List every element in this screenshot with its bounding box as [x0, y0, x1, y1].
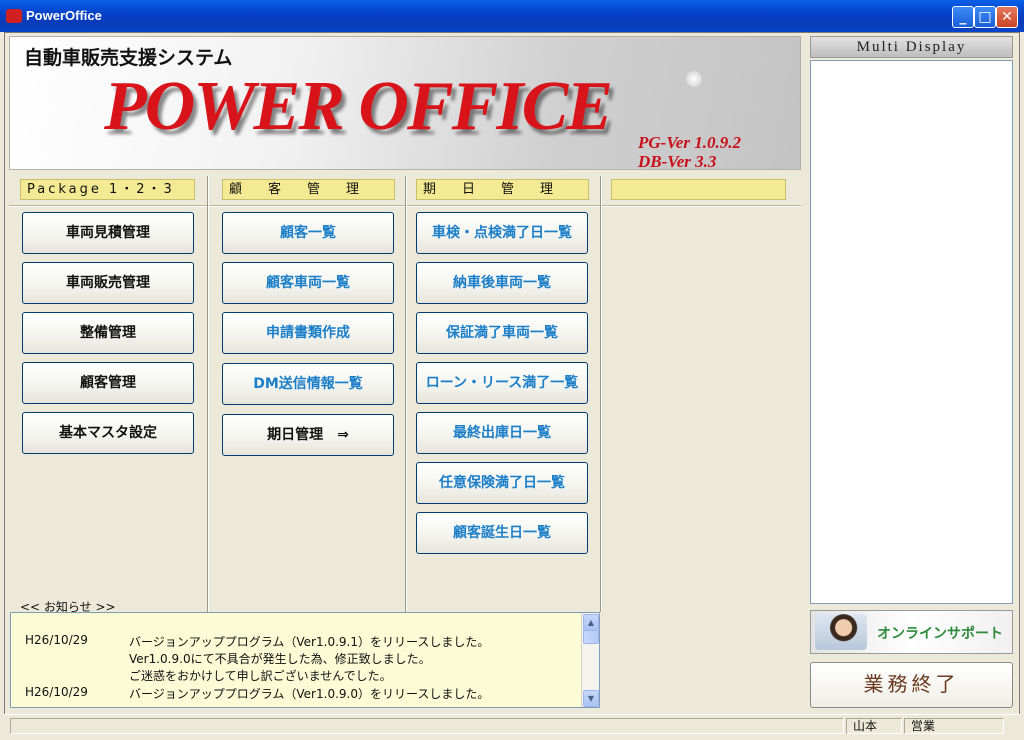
- customer-management-header: 顧 客 管 理: [222, 179, 395, 200]
- news-text: ご迷惑をおかけして申し訳ございませんでした。: [129, 669, 392, 683]
- news-list[interactable]: H26/10/29 バージョンアッププログラム（Ver1.0.9.1）をリリース…: [10, 612, 600, 708]
- app-icon[interactable]: [6, 9, 22, 23]
- multi-display-panel[interactable]: [810, 60, 1013, 604]
- date-management-header: 期 日 管 理: [416, 179, 589, 200]
- title-bar[interactable]: PowerOffice _ □ ✕: [0, 0, 1024, 32]
- news-text: バージョンアッププログラム（Ver1.0.9.1）をリリースしました。: [129, 635, 490, 649]
- column-divider: [405, 176, 407, 612]
- end-business-button[interactable]: 業務終了: [810, 662, 1013, 708]
- master-settings-button[interactable]: 基本マスタ設定: [22, 412, 194, 454]
- scroll-down-icon[interactable]: ▼: [583, 690, 599, 707]
- minimize-button[interactable]: _: [952, 6, 974, 28]
- package-header: Package 1・2・3: [20, 179, 195, 200]
- power-office-logo: POWER OFFICE: [104, 68, 613, 145]
- system-subtitle: 自動車販売支援システム: [24, 47, 233, 69]
- warranty-expiry-button[interactable]: 保証満了車両一覧: [416, 312, 588, 354]
- post-delivery-vehicles-button[interactable]: 納車後車両一覧: [416, 262, 588, 304]
- scroll-up-icon[interactable]: ▲: [583, 614, 599, 631]
- status-user: 山本: [846, 718, 902, 734]
- news-date: H26/10/29: [25, 633, 88, 647]
- db-version: DB-Ver 3.3: [638, 152, 717, 170]
- insurance-expiry-button[interactable]: 任意保険満了日一覧: [416, 462, 588, 504]
- customer-list-button[interactable]: 顧客一覧: [222, 212, 394, 254]
- customer-birthday-button[interactable]: 顧客誕生日一覧: [416, 512, 588, 554]
- last-service-date-button[interactable]: 最終出庫日一覧: [416, 412, 588, 454]
- maintenance-button[interactable]: 整備管理: [22, 312, 194, 354]
- support-operator-icon: [815, 614, 867, 650]
- news-text: Ver1.0.9.0にて不具合が発生した為、修正致しました。: [129, 652, 431, 666]
- header-banner: 自動車販売支援システム POWER OFFICE PG-Ver 1.0.9.2 …: [9, 36, 801, 170]
- vehicle-sales-button[interactable]: 車両販売管理: [22, 262, 194, 304]
- loan-lease-expiry-button[interactable]: ローン・リース満了一覧: [416, 362, 588, 404]
- status-department: 営業: [904, 718, 1004, 734]
- news-date: H26/10/29: [25, 685, 88, 699]
- customer-vehicle-list-button[interactable]: 顧客車両一覧: [222, 262, 394, 304]
- status-message: [10, 718, 844, 734]
- scroll-thumb[interactable]: [583, 630, 599, 644]
- column-divider: [207, 176, 209, 612]
- online-support-button[interactable]: オンラインサポート: [810, 610, 1013, 654]
- inspection-expiry-button[interactable]: 車検・点検満了日一覧: [416, 212, 588, 254]
- close-button[interactable]: ✕: [996, 6, 1018, 28]
- maximize-button[interactable]: □: [974, 6, 996, 28]
- news-text: バージョンアッププログラム（Ver1.0.9.0）をリリースしました。: [129, 687, 490, 701]
- multi-display-header: Multi Display: [810, 36, 1013, 58]
- extra-header: [611, 179, 786, 200]
- customer-management-button[interactable]: 顧客管理: [22, 362, 194, 404]
- news-scrollbar[interactable]: ▲ ▼: [581, 613, 599, 707]
- status-bar: 山本 営業: [4, 714, 1020, 736]
- app-window: PowerOffice _ □ ✕ 自動車販売支援システム POWER OFFI…: [0, 0, 1024, 740]
- vehicle-estimate-button[interactable]: 車両見積管理: [22, 212, 194, 254]
- sparkle-decoration: [686, 71, 702, 87]
- column-divider: [600, 176, 602, 612]
- application-documents-button[interactable]: 申請書類作成: [222, 312, 394, 354]
- online-support-label: オンラインサポート: [877, 626, 1003, 642]
- date-management-button[interactable]: 期日管理 ⇒: [222, 414, 394, 456]
- pg-version: PG-Ver 1.0.9.2: [638, 133, 741, 152]
- window-title: PowerOffice: [26, 8, 102, 23]
- dm-send-info-button[interactable]: DM送信情報一覧: [222, 363, 394, 405]
